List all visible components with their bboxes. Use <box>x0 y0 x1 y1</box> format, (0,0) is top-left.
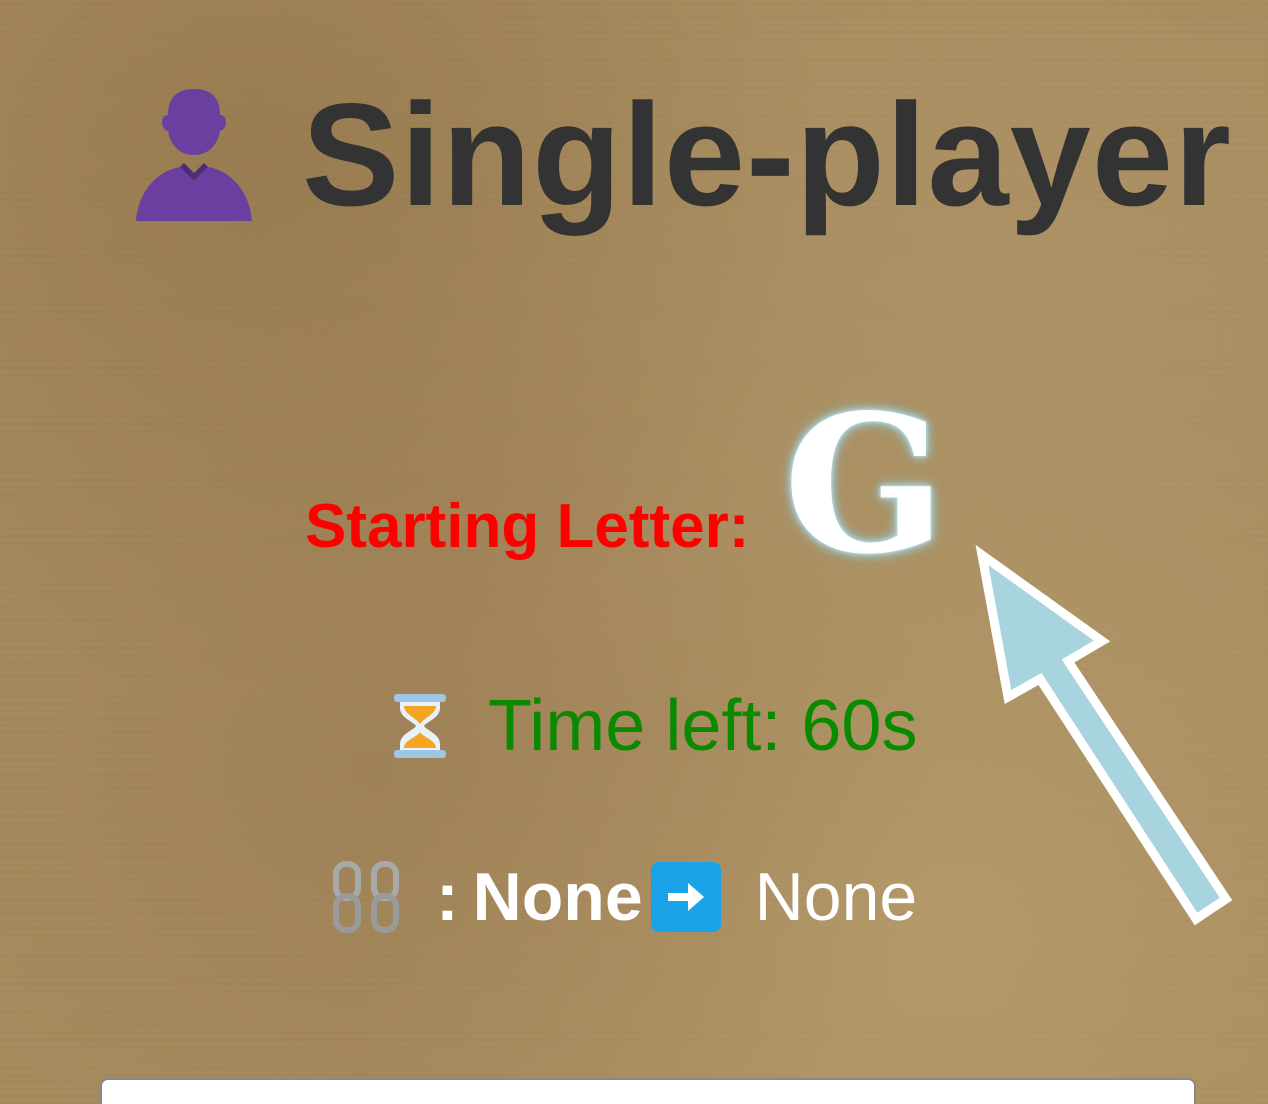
page-title-row: Single-player <box>128 70 1232 240</box>
chain-separator: : <box>436 859 459 935</box>
timer-row: Time left: 60s <box>390 680 917 772</box>
hourglass-icon <box>394 694 446 758</box>
time-left-text: Time left: 60s <box>488 686 918 766</box>
pointer-arrow-icon <box>975 545 1233 926</box>
starting-letter-value: G <box>783 373 946 596</box>
word-input[interactable] <box>100 1078 1196 1104</box>
chain-link-icon <box>333 861 399 933</box>
starting-letter-row: Starting Letter: G <box>305 380 946 580</box>
page-title: Single-player <box>302 73 1232 236</box>
next-word: None <box>754 859 918 935</box>
word-chain-row: : None None <box>330 852 917 942</box>
right-arrow-icon <box>650 862 721 932</box>
person-silhouette-icon <box>136 89 252 221</box>
starting-letter-label: Starting Letter: <box>305 492 750 561</box>
previous-word: None <box>472 859 643 935</box>
